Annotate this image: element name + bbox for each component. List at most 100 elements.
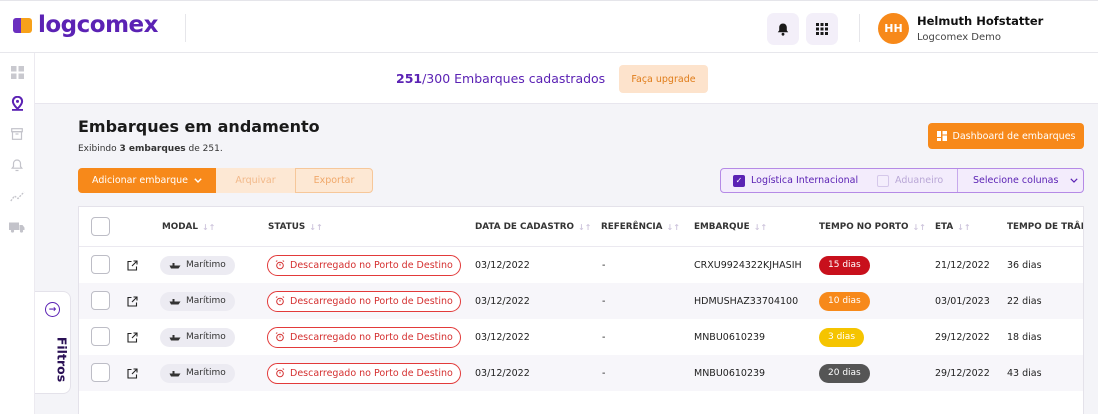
status-badge: Descarregado no Porto de Destino	[267, 254, 461, 276]
filter-aduaneiro-checkbox[interactable]: Aduaneiro	[877, 169, 943, 192]
tempo-porto-cell: 20 dias	[819, 355, 870, 391]
apps-button[interactable]	[806, 13, 838, 45]
sidebar-item-dashboard[interactable]	[0, 61, 34, 83]
modal-label: Marítimo	[186, 368, 226, 378]
row-checkbox[interactable]	[91, 327, 110, 346]
table-row[interactable]: Marítimo Descarregado no Porto de Destino…	[79, 283, 1083, 319]
truck-icon	[9, 222, 25, 233]
sidebar-item-tracking[interactable]	[0, 92, 34, 114]
checkbox-checked-icon: ✓	[733, 174, 745, 187]
ship-icon	[169, 262, 181, 268]
modal-cell: Marítimo	[160, 247, 235, 283]
column-header-eta[interactable]: ETA ↓↑	[935, 222, 971, 232]
logo[interactable]: logcomex	[13, 12, 158, 38]
filter-logistica-checkbox[interactable]: ✓ Logística Internacional	[733, 169, 858, 192]
dashboard-icon	[936, 131, 947, 141]
modal-badge: Marítimo	[160, 291, 235, 311]
referencia-cell: -	[602, 331, 606, 343]
sort-icon: ↓↑	[666, 222, 680, 232]
tempo-transito-cell: 22 dias	[1007, 295, 1042, 307]
dashboard-icon	[10, 65, 24, 79]
filters-tab-label: Filtros	[54, 336, 70, 383]
external-link-icon	[127, 331, 138, 343]
modal-cell: Marítimo	[160, 319, 235, 355]
modal-cell: Marítimo	[160, 283, 235, 319]
open-shipment-link[interactable]	[127, 319, 138, 355]
open-shipment-link[interactable]	[127, 355, 138, 391]
plan-usage-text: 251/300 Embarques cadastrados	[396, 71, 606, 86]
logo-text: logcomex	[38, 12, 158, 38]
page-subtitle: Exibindo 3 embarques de 251.	[78, 144, 223, 154]
add-shipment-button[interactable]: Adicionar embarque	[78, 168, 216, 193]
column-header-embarque[interactable]: EMBARQUE ↓↑	[694, 222, 767, 232]
referencia-cell: -	[602, 259, 606, 271]
filter-aduaneiro-label: Aduaneiro	[895, 175, 944, 186]
chevron-down-icon	[194, 178, 202, 183]
sidebar-item-analytics[interactable]	[0, 185, 34, 207]
status-cell: Descarregado no Porto de Destino	[267, 283, 461, 319]
status-cell: Descarregado no Porto de Destino	[267, 355, 461, 391]
tempo-porto-cell: 15 dias	[819, 247, 870, 283]
user-name[interactable]: Helmuth Hofstatter	[917, 14, 1043, 28]
eta-cell: 21/12/2022	[935, 259, 990, 271]
column-header-data-cadastro[interactable]: DATA DE CADASTRO ↓↑	[475, 222, 591, 232]
tempo-porto-cell: 10 dias	[819, 283, 870, 319]
status-cell: Descarregado no Porto de Destino	[267, 319, 461, 355]
sidebar-item-alerts[interactable]	[0, 154, 34, 176]
sort-icon: ↓↑	[577, 222, 592, 232]
column-header-status[interactable]: STATUS ↓↑	[268, 222, 323, 232]
eta-cell: 03/01/2023	[935, 295, 990, 307]
sidebar-item-transport[interactable]	[0, 216, 34, 238]
filter-logistica-label: Logística Internacional	[751, 175, 859, 186]
tempo-porto-badge: 20 dias	[819, 363, 870, 383]
alarm-icon	[275, 332, 285, 342]
modal-badge: Marítimo	[160, 363, 235, 383]
open-shipment-link[interactable]	[127, 283, 138, 319]
sidebar-item-archive[interactable]	[0, 123, 34, 145]
avatar[interactable]: HH	[878, 13, 909, 44]
column-header-tempo-transito[interactable]: TEMPO DE TRÂN	[1007, 222, 1083, 232]
table-header: MODAL ↓↑ STATUS ↓↑ DATA DE CADASTRO ↓↑ REFE…	[79, 207, 1083, 247]
status-badge: Descarregado no Porto de Destino	[267, 362, 461, 384]
logo-mark-icon	[13, 15, 34, 36]
tempo-transito-cell: 18 dias	[1007, 331, 1042, 343]
row-checkbox[interactable]	[91, 291, 110, 310]
sort-icon: ↓↑	[957, 222, 971, 232]
status-label: Descarregado no Porto de Destino	[290, 331, 453, 343]
alarm-icon	[275, 368, 285, 378]
modal-label: Marítimo	[186, 260, 226, 270]
ship-icon	[169, 370, 181, 376]
modal-badge: Marítimo	[160, 327, 235, 347]
column-header-modal[interactable]: MODAL ↓↑	[162, 222, 215, 232]
page-title: Embarques em andamento	[78, 117, 320, 136]
status-label: Descarregado no Porto de Destino	[290, 295, 453, 307]
referencia-cell: -	[602, 367, 606, 379]
table-row[interactable]: Marítimo Descarregado no Porto de Destino…	[79, 247, 1083, 283]
archive-button[interactable]: Arquivar	[216, 168, 295, 193]
column-header-referencia[interactable]: REFERÊNCIA ↓↑	[601, 222, 680, 232]
upgrade-button[interactable]: Faça upgrade	[619, 65, 708, 93]
modal-cell: Marítimo	[160, 355, 235, 391]
column-header-tempo-porto[interactable]: TEMPO NO PORTO ↓↑	[819, 222, 926, 232]
table-row[interactable]: Marítimo Descarregado no Porto de Destino…	[79, 355, 1083, 391]
filters-panel-tab[interactable]: → Filtros	[35, 291, 71, 394]
header-divider	[859, 14, 860, 42]
alert-bell-icon	[11, 158, 23, 171]
row-checkbox[interactable]	[91, 255, 110, 274]
select-columns-dropdown[interactable]: Selecione colunas	[973, 169, 1079, 192]
dashboard-button[interactable]: Dashboard de embarques	[928, 123, 1084, 149]
row-checkbox[interactable]	[91, 363, 110, 382]
external-link-icon	[127, 367, 138, 379]
notifications-button[interactable]	[767, 13, 799, 45]
arrow-right-circle-icon: →	[45, 302, 60, 317]
header-divider	[185, 14, 186, 42]
select-all-checkbox[interactable]	[91, 217, 110, 236]
sort-icon: ↓↑	[201, 222, 216, 232]
export-button[interactable]: Exportar	[295, 168, 373, 193]
table-row[interactable]: Marítimo Descarregado no Porto de Destino…	[79, 319, 1083, 355]
embarque-cell: CRXU9924322KJHASIH	[694, 259, 802, 271]
open-shipment-link[interactable]	[127, 247, 138, 283]
status-badge: Descarregado no Porto de Destino	[267, 290, 461, 312]
tempo-porto-badge: 10 dias	[819, 291, 870, 311]
status-cell: Descarregado no Porto de Destino	[267, 247, 461, 283]
